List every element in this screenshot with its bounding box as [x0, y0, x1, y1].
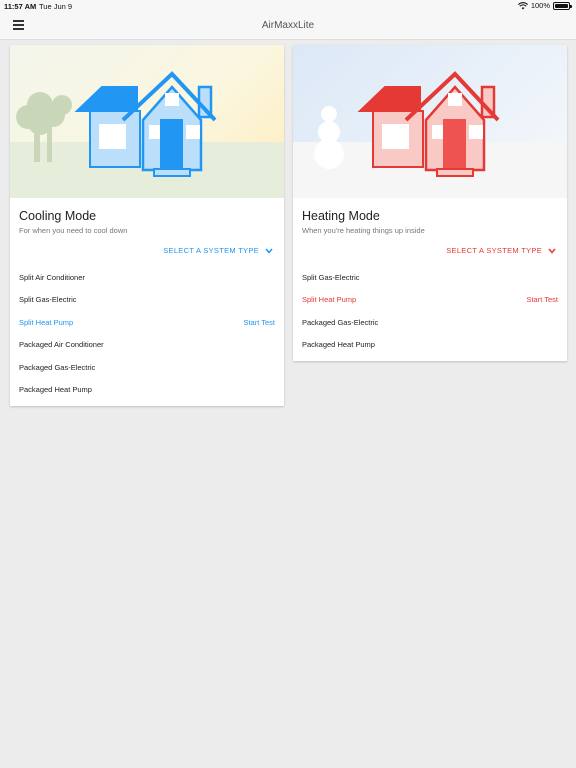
- list-item-label: Split Gas-Electric: [19, 295, 77, 304]
- cooling-select-label: SELECT A SYSTEM TYPE: [163, 246, 259, 255]
- list-item[interactable]: Packaged Gas-Electric: [293, 311, 567, 333]
- cooling-mode-card: Cooling Mode For when you need to cool d…: [10, 45, 284, 406]
- chevron-down-icon: [265, 248, 273, 254]
- list-item[interactable]: Packaged Heat Pump: [10, 378, 284, 400]
- list-item-label: Packaged Air Conditioner: [19, 340, 104, 349]
- list-item-label: Packaged Gas-Electric: [302, 318, 379, 327]
- status-bar: 11:57 AM Tue Jun 9 100%: [0, 0, 576, 12]
- list-item-selected[interactable]: Split Heat Pump Start Test: [293, 288, 567, 310]
- cooling-select-system-type[interactable]: SELECT A SYSTEM TYPE: [163, 246, 273, 255]
- cooling-house-illustration: [10, 45, 284, 198]
- status-date: Tue Jun 9: [39, 2, 73, 11]
- list-item[interactable]: Packaged Gas-Electric: [10, 356, 284, 378]
- heating-mode-card: Heating Mode When you're heating things …: [293, 45, 567, 361]
- cooling-card-subtitle: For when you need to cool down: [19, 226, 128, 235]
- start-test-button[interactable]: Start Test: [526, 295, 558, 304]
- app-title: AirMaxxLite: [261, 20, 315, 31]
- list-item[interactable]: Packaged Heat Pump: [293, 333, 567, 355]
- list-item[interactable]: Split Air Conditioner: [10, 266, 284, 288]
- list-item-label: Split Heat Pump: [302, 295, 357, 304]
- list-item[interactable]: Packaged Air Conditioner: [10, 333, 284, 355]
- list-item-label: Packaged Heat Pump: [302, 340, 375, 349]
- list-item-label: Split Gas-Electric: [302, 273, 360, 282]
- list-item-label: Split Heat Pump: [19, 318, 74, 327]
- heating-house-illustration: [293, 45, 567, 198]
- wifi-icon: [517, 1, 528, 9]
- list-item-label: Packaged Gas-Electric: [19, 363, 96, 372]
- list-item-label: Packaged Heat Pump: [19, 385, 92, 394]
- list-item[interactable]: Split Gas-Electric: [293, 266, 567, 288]
- heating-card-subtitle: When you're heating things up inside: [302, 226, 425, 235]
- cooling-card-title: Cooling Mode: [19, 209, 97, 223]
- list-item[interactable]: Split Gas-Electric: [10, 288, 284, 310]
- chevron-down-icon: [548, 248, 556, 254]
- heating-select-label: SELECT A SYSTEM TYPE: [446, 246, 542, 255]
- list-item-selected[interactable]: Split Heat Pump Start Test: [10, 311, 284, 333]
- list-item-label: Split Air Conditioner: [19, 273, 85, 282]
- status-time: 11:57 AM: [4, 2, 37, 11]
- status-right: 100%: [517, 1, 572, 10]
- battery-percent: 100%: [530, 1, 550, 10]
- start-test-button[interactable]: Start Test: [243, 318, 275, 327]
- heating-card-title: Heating Mode: [302, 209, 380, 223]
- battery-icon: [553, 1, 572, 10]
- heating-select-system-type[interactable]: SELECT A SYSTEM TYPE: [446, 246, 556, 255]
- app-bar: AirMaxxLite: [0, 12, 576, 40]
